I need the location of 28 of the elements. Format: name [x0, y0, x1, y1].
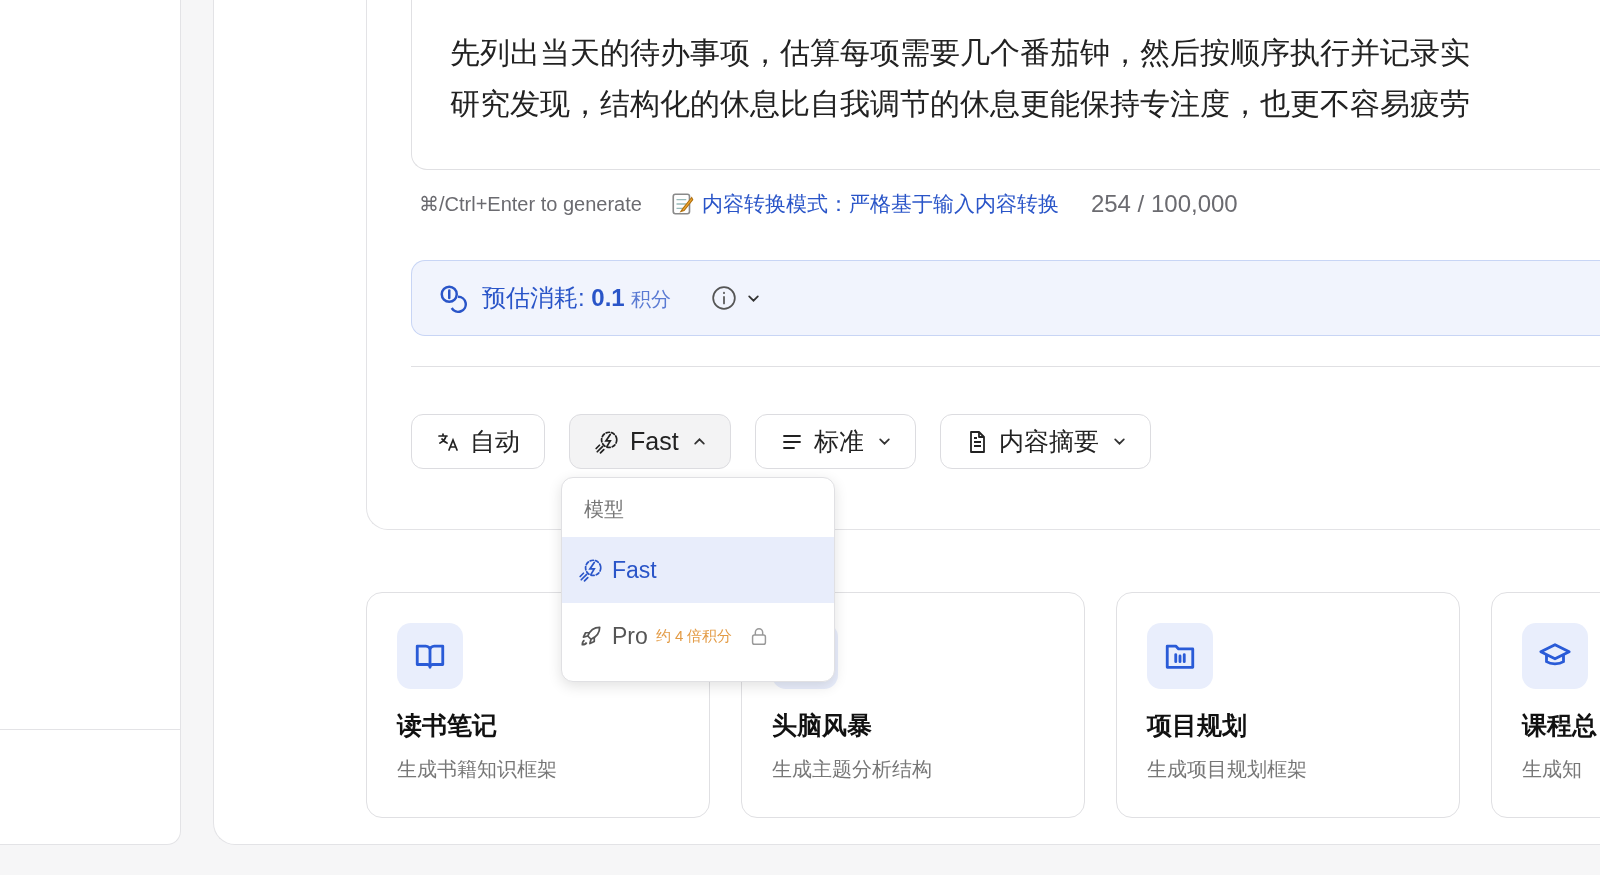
lightning-icon	[578, 557, 604, 583]
card-description: 生成书籍知识框架	[397, 757, 558, 782]
coins-icon	[438, 283, 468, 313]
template-dropdown[interactable]: 内容摘要	[939, 414, 1151, 469]
card-description: 生成主题分析结构	[772, 757, 933, 782]
card-description: 生成项目规划框架	[1147, 757, 1308, 782]
rocket-icon	[578, 623, 604, 649]
cost-details-toggle[interactable]	[710, 285, 760, 311]
template-card[interactable]: 项目规划 生成项目规划框架	[1116, 592, 1460, 818]
shortcut-hint: ⌘/Ctrl+Enter to generate	[419, 192, 642, 216]
template-card[interactable]: 课程总 生成知	[1491, 592, 1600, 818]
language-dropdown[interactable]: 自动	[411, 414, 545, 469]
text-input-field[interactable]: 先列出当天的待办事项，估算每项需要几个番茄钟，然后按顺序执行并记录实 研究发现，结构化的休息比自我调节的休息更能保持专注度，也更不容易疲劳	[411, 0, 1600, 170]
cost-text: 预估消耗: 0.1 积分	[482, 283, 671, 313]
card-title: 头脑风暴	[772, 710, 873, 741]
model-dropdown[interactable]: Fast	[569, 414, 731, 469]
card-title: 项目规划	[1147, 710, 1248, 741]
mode-notice: 内容转换模式：严格基于输入内容转换	[701, 191, 1059, 217]
card-title: 课程总	[1522, 710, 1598, 741]
model-option[interactable]: Fast	[562, 537, 834, 603]
lightning-icon	[594, 428, 620, 455]
menu-heading: 模型	[583, 497, 625, 522]
length-dropdown[interactable]: 标准	[754, 414, 916, 469]
card-title: 读书笔记	[397, 710, 498, 741]
card-description: 生成知	[1522, 757, 1583, 782]
info-icon	[710, 285, 737, 311]
character-count: 254 / 100,000	[1090, 190, 1238, 218]
memo-icon	[669, 191, 696, 217]
